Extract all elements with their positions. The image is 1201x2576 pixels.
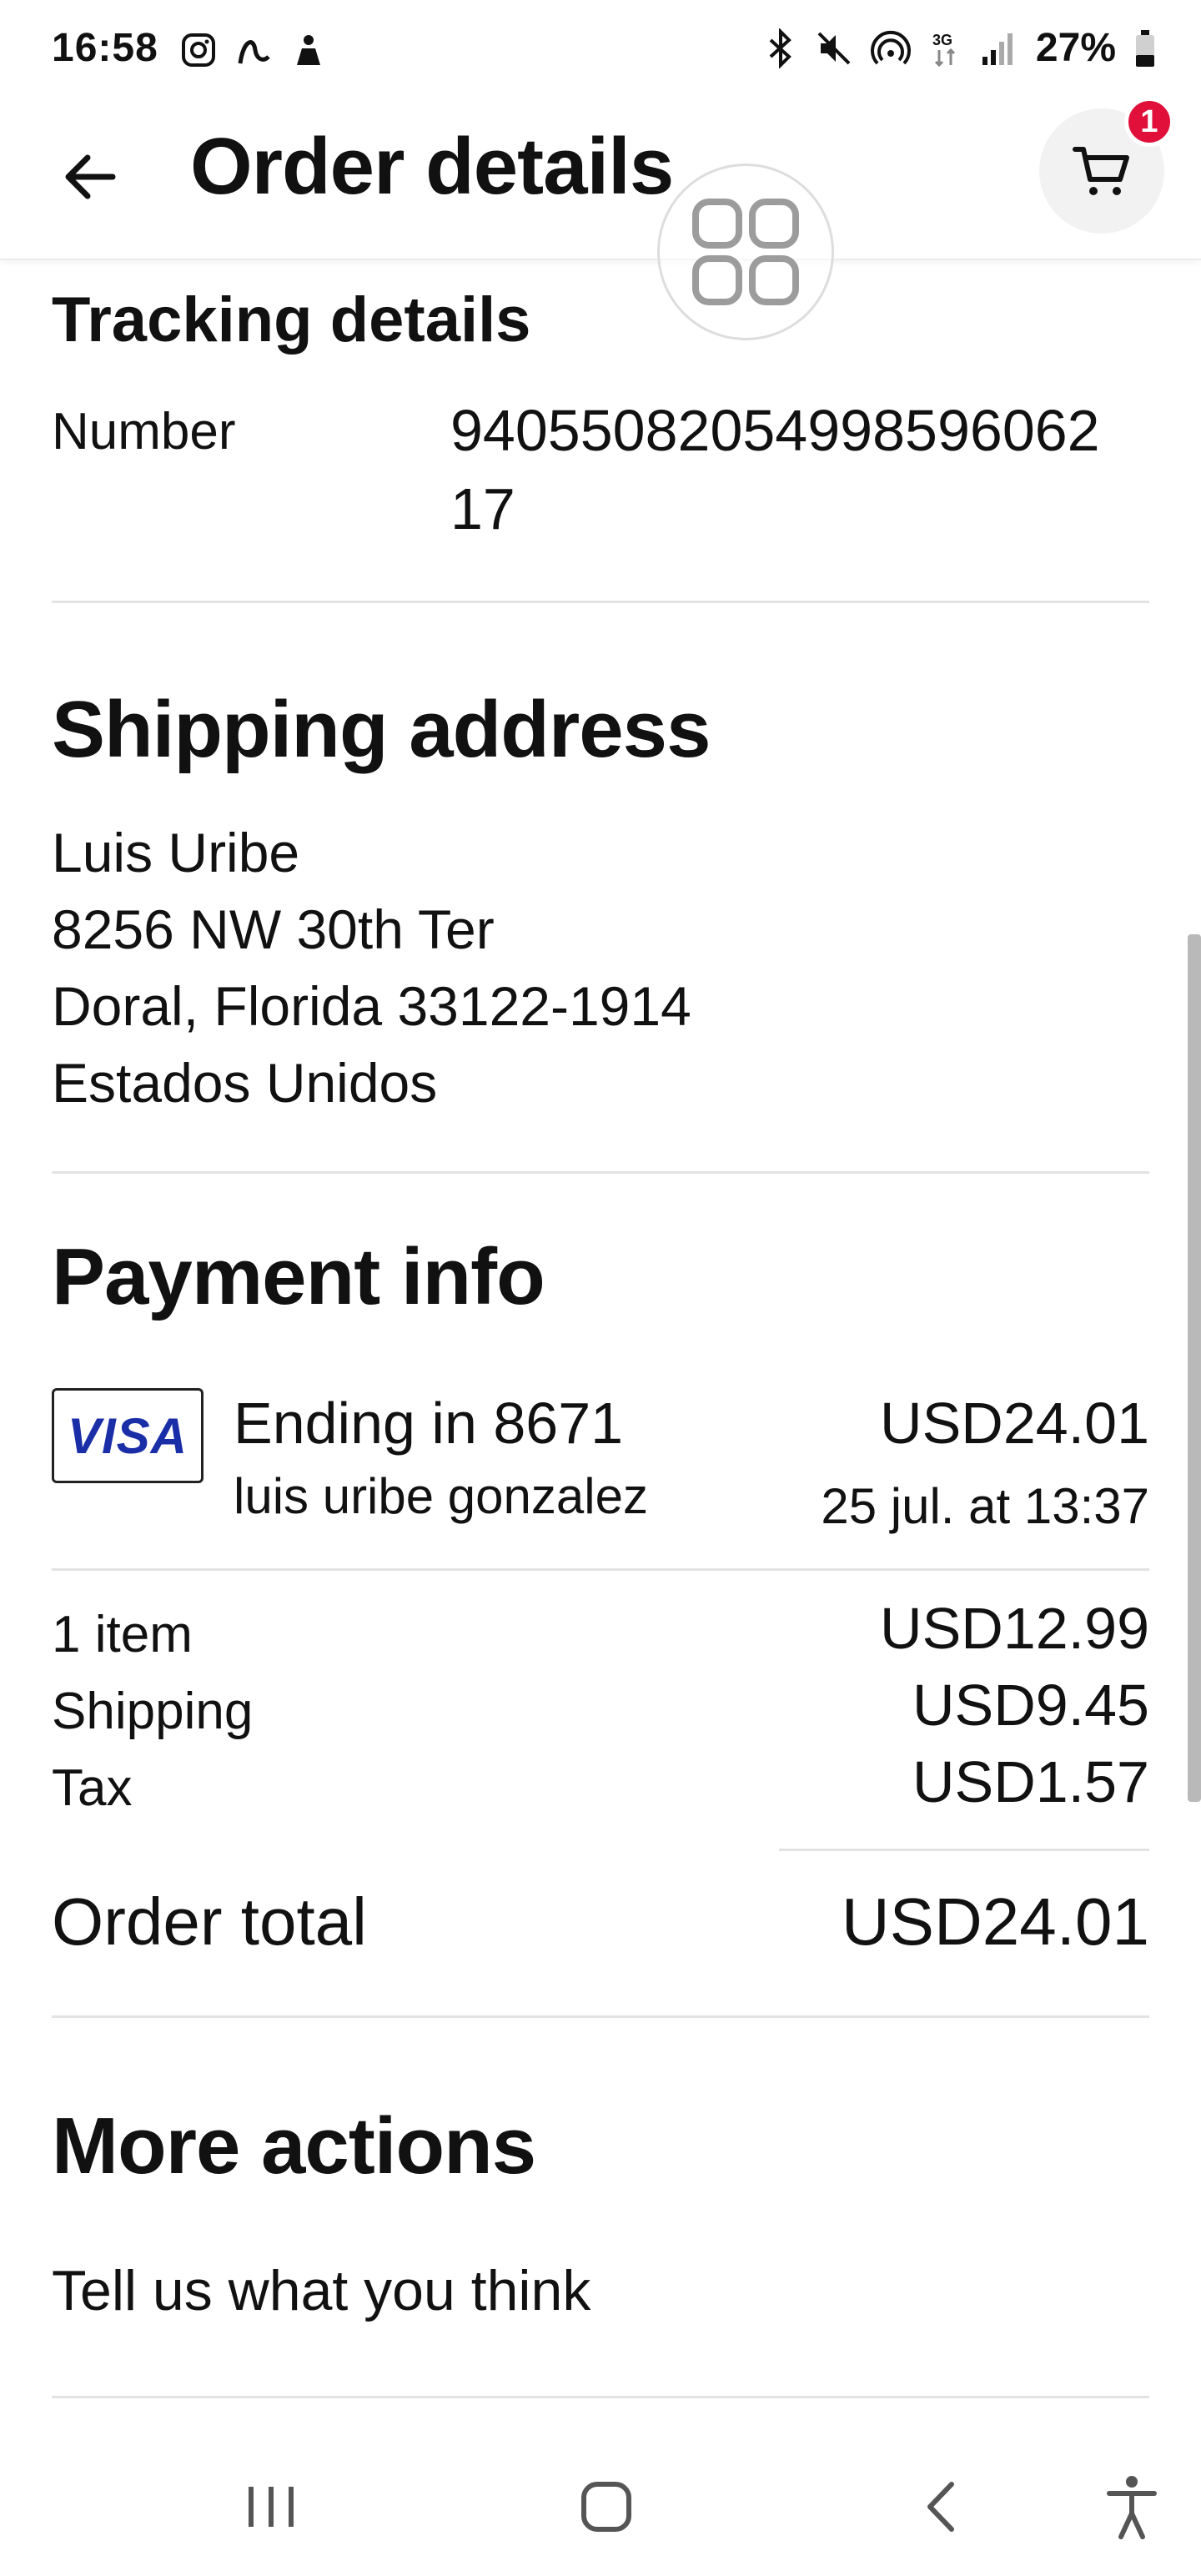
back-button[interactable] (55, 142, 125, 212)
summary-row-value: USD1.57 (912, 1749, 1149, 1814)
summary-row-label: Shipping (52, 1683, 254, 1740)
bluetooth-icon (769, 28, 791, 68)
card-brand: VISA (67, 1407, 188, 1464)
order-total-label: Order total (52, 1884, 367, 1959)
battery-percentage: 27% (1035, 26, 1116, 70)
floating-apps-button[interactable] (657, 164, 834, 340)
accessibility-icon (1107, 2476, 1157, 2539)
status-right-icons: 3G 27% (764, 25, 1156, 71)
notification-icon (297, 35, 320, 65)
status-time: 16:58 (52, 26, 158, 70)
tracking-number-line2[interactable]: 17 (450, 470, 515, 547)
app-grid-icon (692, 199, 799, 305)
summary-row-label: 1 item (52, 1606, 193, 1663)
arrow-left-icon (65, 154, 116, 199)
battery-icon (1136, 29, 1154, 67)
summary-row-value: USD9.45 (912, 1673, 1149, 1738)
mute-icon (817, 32, 851, 64)
svg-text:3G: 3G (932, 32, 952, 48)
cart-badge: 1 (1124, 97, 1174, 147)
status-left-icons (180, 32, 327, 68)
accessibility-button[interactable] (1086, 2469, 1178, 2544)
subtotal-divider (779, 1849, 1149, 1851)
recents-icon (249, 2487, 294, 2527)
feedback-link[interactable]: Tell us what you think (52, 2252, 590, 2329)
cart-icon (1073, 147, 1129, 195)
divider (52, 2396, 1149, 2398)
payment-heading: Payment info (52, 1232, 545, 1321)
shipping-street: 8256 NW 30th Ter (52, 898, 495, 960)
tracking-heading: Tracking details (52, 284, 531, 355)
summary-row-label: Tax (52, 1759, 133, 1817)
tracking-number-line1[interactable]: 94055082054998596062 (450, 392, 1100, 469)
summary-row-value: USD12.99 (880, 1596, 1149, 1661)
back-nav-button[interactable] (896, 2469, 987, 2544)
recents-button[interactable] (225, 2469, 317, 2544)
network-3g-icon: 3G (932, 32, 955, 67)
page-title: Order details (190, 122, 674, 211)
divider (52, 601, 1149, 603)
shipping-heading: Shipping address (52, 685, 711, 774)
hotspot-icon (870, 30, 911, 64)
order-total-value: USD24.01 (841, 1884, 1149, 1959)
payment-date: 25 jul. at 13:37 (821, 1478, 1149, 1534)
shipping-city: Doral, Florida 33122-1914 (52, 975, 691, 1037)
more-actions-heading: More actions (52, 2101, 536, 2191)
card-ending: Ending in 8671 (234, 1391, 624, 1456)
threads-icon (238, 40, 270, 64)
signal-icon (982, 33, 1013, 65)
chevron-left-icon (927, 2482, 954, 2532)
divider (52, 1171, 1149, 1174)
visa-card-logo: VISA (52, 1388, 204, 1483)
tracking-number-label: Number (52, 403, 236, 460)
home-button[interactable] (560, 2469, 652, 2544)
payment-amount: USD24.01 (880, 1391, 1149, 1456)
cardholder-name: luis uribe gonzalez (234, 1468, 648, 1524)
shipping-name: Luis Uribe (52, 822, 300, 883)
home-icon (581, 2482, 631, 2532)
scrollbar[interactable] (1188, 934, 1201, 1802)
shipping-country: Estados Unidos (52, 1052, 438, 1114)
instagram-icon (182, 33, 215, 67)
divider (52, 1568, 1149, 1571)
divider (52, 2015, 1149, 2018)
